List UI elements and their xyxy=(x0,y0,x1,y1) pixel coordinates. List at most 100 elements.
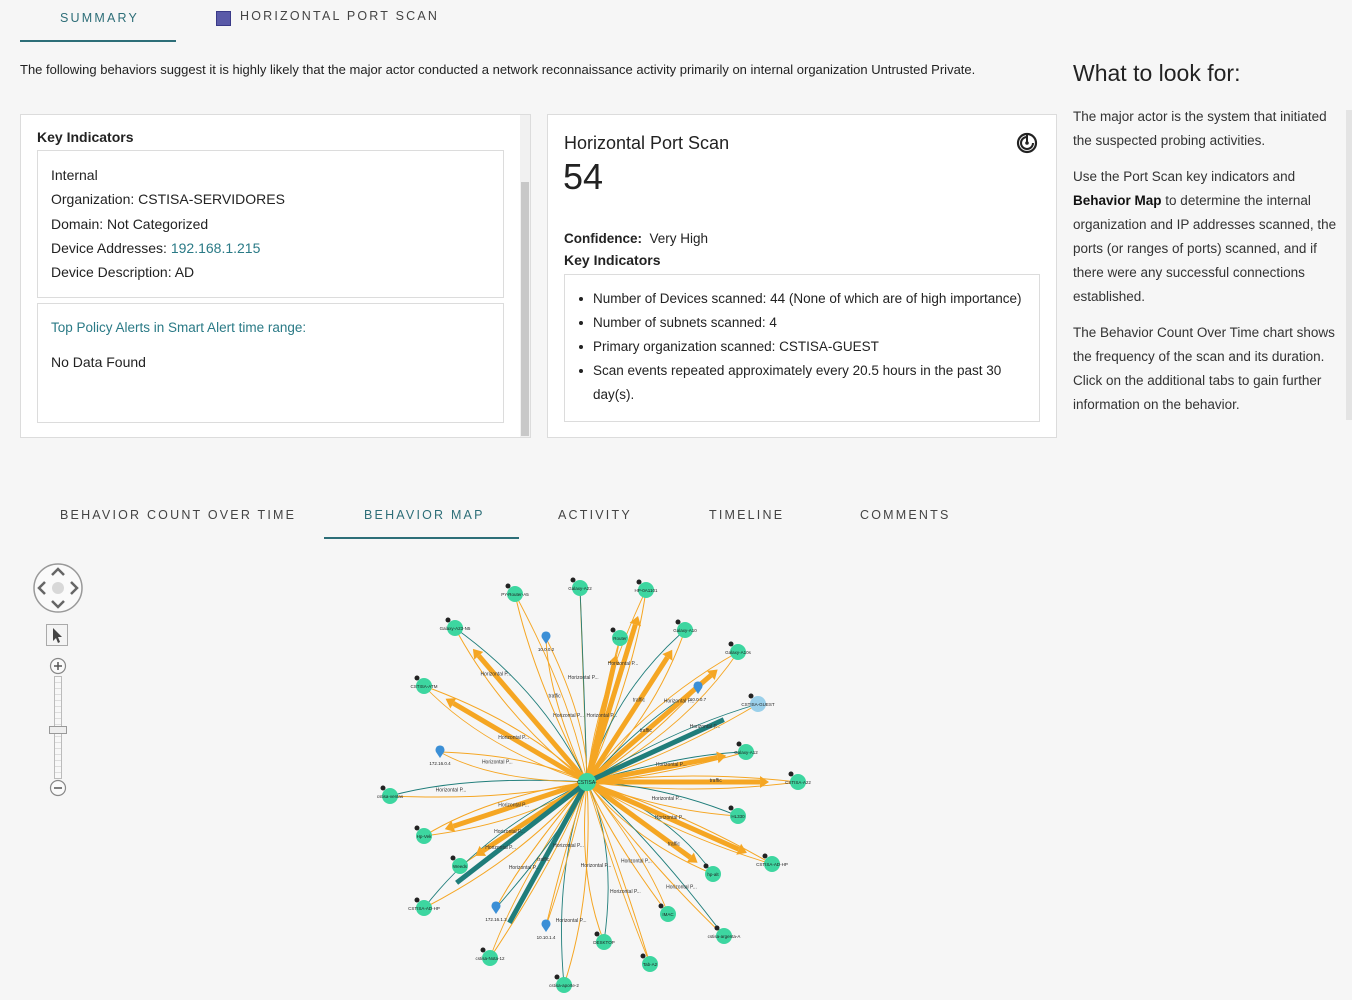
graph-edge-label: Horizontal P... xyxy=(485,845,516,851)
guidance-heading: What to look for: xyxy=(1073,60,1241,86)
device-address-link[interactable]: 192.168.1.215 xyxy=(171,240,261,256)
graph-edge-label: traffic xyxy=(640,728,653,734)
graph-edge-label: traffic xyxy=(549,693,562,699)
list-item-continuation: day(s). xyxy=(593,387,635,402)
confidence-value: Very High xyxy=(649,231,709,246)
graph-node-label: CSTISA-GUEST xyxy=(741,702,775,707)
guidance-paragraph-3: The Behavior Count Over Time chart shows… xyxy=(1073,325,1335,412)
node-badge xyxy=(728,805,734,811)
node-badge xyxy=(703,863,709,869)
pan-control-icon[interactable] xyxy=(32,562,84,614)
graph-node-label: HP-0A1101 xyxy=(635,588,658,593)
policy-alerts-title: Top Policy Alerts in Smart Alert time ra… xyxy=(51,320,307,335)
graph-edge-label: Horizontal P... xyxy=(621,859,652,865)
graph-node[interactable]: cstisa-aporte-2 xyxy=(549,974,579,994)
graph-node[interactable]: CSTISA-AD-HP xyxy=(408,897,440,917)
graph-edge-label: Horizontal P... xyxy=(652,796,683,802)
behavior-map-graph[interactable]: traffic Horizontal P... Horizontal P... Hor… xyxy=(360,570,840,1000)
graph-edge-label: Horizontal P... xyxy=(553,713,584,719)
scan-key-indicators-title: Key Indicators xyxy=(564,252,661,268)
graph-node[interactable]: CSTISA-AD-HP xyxy=(756,853,788,873)
graph-edge-label: Horizontal P... xyxy=(482,760,513,766)
guidance-paragraph-1: The major actor is the system that initi… xyxy=(1073,109,1327,148)
zoom-slider-handle[interactable] xyxy=(49,726,67,734)
node-badge xyxy=(594,931,600,937)
graph-node[interactable]: Galaxy-A12 xyxy=(734,741,758,761)
device-description-label: Device Description: AD xyxy=(51,264,195,280)
zoom-out-icon[interactable] xyxy=(49,779,67,797)
tab-behavior-map-underline xyxy=(324,537,519,539)
graph-node-label: Tab-A2 xyxy=(643,962,658,967)
graph-node[interactable]: Galaxy-A22 xyxy=(568,577,592,597)
graph-node-label: 10.10.1.4 xyxy=(537,935,556,940)
graph-node[interactable]: Hp-Vek xyxy=(414,825,433,845)
graph-edge-label: Horizontal P... xyxy=(498,735,529,741)
graph-node[interactable]: CSTISA-A22 xyxy=(785,771,811,791)
graph-node[interactable]: cstisa-argenta-A xyxy=(708,925,741,945)
graph-node[interactable]: DESKTOP xyxy=(593,931,615,951)
graph-node[interactable]: cstisa-ventas xyxy=(377,785,404,805)
graph-edge-label: Horizontal P... xyxy=(568,675,599,681)
graph-node[interactable]: 10.0.0.2 xyxy=(538,631,555,652)
graph-edge-label: Horizontal P... xyxy=(556,918,587,924)
graph-edge-label: traffic xyxy=(710,778,723,784)
graph-node-label: 172.16.0.4 xyxy=(429,761,451,766)
graph-node[interactable]: 172.16.1.3 xyxy=(485,901,507,922)
graph-node[interactable]: CSTISA-GUEST xyxy=(741,693,775,713)
node-badge xyxy=(636,579,642,585)
graph-node-label: Galaxy-A12 xyxy=(734,750,758,755)
node-badge xyxy=(480,947,486,953)
behavior-map-emphasis: Behavior Map xyxy=(1073,193,1162,208)
graph-edge-label: Horizontal P... xyxy=(581,863,612,869)
graph-node[interactable]: Galaxy-A10 xyxy=(673,619,697,639)
graph-node[interactable]: PY-Router-A5 xyxy=(501,583,529,603)
graph-edge-label: Horizontal P... xyxy=(655,815,686,821)
tab-activity[interactable]: ACTIVITY xyxy=(558,508,632,522)
tab-comments[interactable]: COMMENTS xyxy=(860,508,951,522)
node-badge xyxy=(414,897,420,903)
graph-node[interactable]: Galaxy-A23-N5 xyxy=(440,617,471,637)
scan-indicators-list: Number of Devices scanned: 44 (None of w… xyxy=(579,287,1021,407)
node-badge xyxy=(658,903,664,909)
graph-node[interactable]: HP-0A1101 xyxy=(635,579,658,599)
radar-icon[interactable] xyxy=(1016,132,1038,154)
graph-node-label: 10.0.0.2 xyxy=(538,647,555,652)
graph-node[interactable]: Weeds xyxy=(450,855,469,875)
location-pin-icon xyxy=(541,631,551,644)
graph-node-label: CSTISA-AD-HP xyxy=(756,862,788,867)
device-addresses-label: Device Addresses: xyxy=(51,240,171,256)
tab-summary[interactable]: SUMMARY xyxy=(60,11,139,25)
list-item: Scan events repeated approximately every… xyxy=(579,359,1021,383)
node-badge xyxy=(610,627,616,633)
graph-node[interactable]: CSTISA-ATM xyxy=(411,675,438,695)
graph-edge xyxy=(514,593,588,783)
organization-label: Organization: CSTISA-SERVIDORES xyxy=(51,191,285,207)
panel-scrollbar-thumb[interactable] xyxy=(521,182,529,436)
node-badge xyxy=(762,853,768,859)
graph-node[interactable]: hp-alt xyxy=(703,863,722,883)
node-badge xyxy=(736,741,742,747)
graph-node[interactable]: IMAC xyxy=(658,903,677,923)
tab-behavior-map[interactable]: BEHAVIOR MAP xyxy=(364,508,485,522)
graph-node-label: cstisa-ventas xyxy=(377,794,404,799)
select-arrow-icon[interactable] xyxy=(46,624,68,646)
node-badge xyxy=(414,675,420,681)
graph-node[interactable]: Router xyxy=(610,627,629,647)
graph-node[interactable]: HL330 xyxy=(728,805,747,825)
tab-behavior-count-over-time[interactable]: BEHAVIOR COUNT OVER TIME xyxy=(60,508,296,522)
graph-node[interactable]: 10.10.1.4 xyxy=(537,919,556,940)
tab-timeline[interactable]: TIMELINE xyxy=(709,508,784,522)
zoom-in-icon[interactable] xyxy=(49,657,67,675)
node-badge xyxy=(380,785,386,791)
tab-horizontal-port-scan[interactable]: HORIZONTAL PORT SCAN xyxy=(240,9,439,23)
graph-node-label: cstisa-aporte-2 xyxy=(549,983,579,988)
graph-edge-label: traffic xyxy=(633,697,646,703)
page-scrollbar[interactable] xyxy=(1346,110,1352,420)
graph-node[interactable]: cstisa-Nota-12 xyxy=(475,947,505,967)
node-badge xyxy=(414,825,420,831)
graph-edge xyxy=(586,781,651,965)
graph-edge xyxy=(586,781,651,965)
graph-node[interactable]: Tab-A2 xyxy=(640,953,659,973)
graph-node-label: HL330 xyxy=(731,814,745,819)
graph-edge-label: traffic xyxy=(537,857,550,863)
